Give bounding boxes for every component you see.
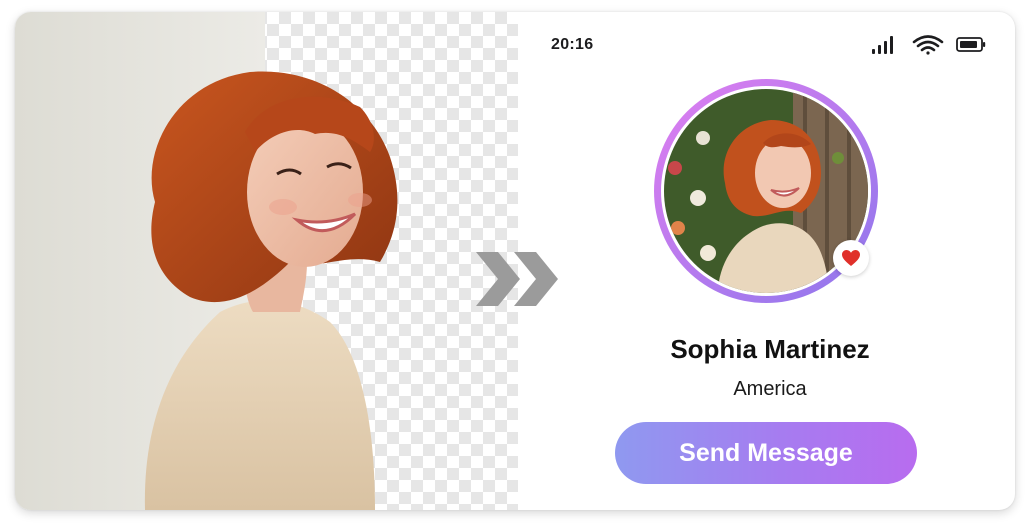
comparison-card: 20:16 Sophia Martinez America Send Messa… <box>15 12 1015 510</box>
heart-icon <box>842 250 860 266</box>
portrait-photo <box>15 12 518 510</box>
photo-comparison-panel <box>15 12 518 510</box>
favorite-badge[interactable] <box>833 240 869 276</box>
send-message-button[interactable]: Send Message <box>615 422 917 484</box>
cellular-signal-icon <box>872 36 893 54</box>
status-time: 20:16 <box>551 36 594 53</box>
status-icons <box>872 35 986 55</box>
profile-name: Sophia Martinez <box>670 334 870 364</box>
profile-location: America <box>733 378 807 400</box>
battery-icon <box>956 37 986 52</box>
wifi-icon <box>912 35 944 55</box>
double-chevron-right-icon <box>476 252 558 306</box>
